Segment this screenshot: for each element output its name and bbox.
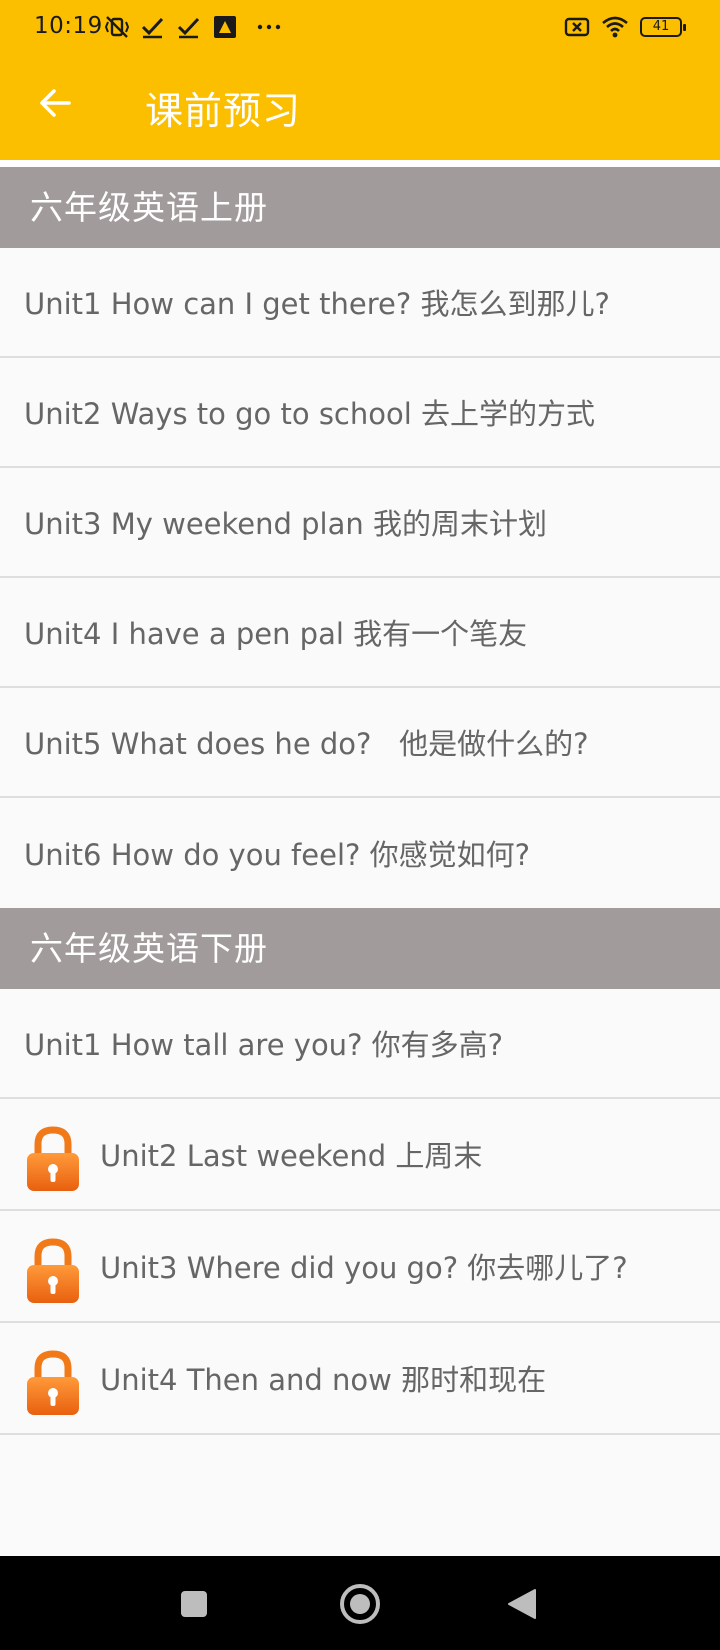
list-item-label: Unit6 How do you feel? 你感觉如何? <box>24 838 531 872</box>
back-button[interactable] <box>30 78 80 128</box>
sim-none-icon <box>564 17 590 37</box>
list-item-label: Unit1 How tall are you? 你有多高? <box>24 1028 504 1062</box>
status-system-icons: 41 <box>564 12 686 42</box>
list-item[interactable]: Unit1 How tall are you? 你有多高? <box>0 989 720 1099</box>
status-bar: 10:19 41 <box>0 0 720 54</box>
app-icon <box>214 16 236 38</box>
list-item[interactable]: Unit2 Ways to go to school 去上学的方式 <box>0 358 720 468</box>
list-item-label: Unit5 What does he do? 他是做什么的? <box>24 727 589 761</box>
list-item-label: Unit3 Where did you go? 你去哪儿了? <box>100 1251 628 1285</box>
section-header-upper-volume: 六年级英语上册 <box>0 167 720 248</box>
list-item-label: Unit1 How can I get there? 我怎么到那儿? <box>24 287 610 321</box>
app-bar: 10:19 41 课前预习 <box>0 0 720 160</box>
home-circle-icon <box>340 1584 380 1624</box>
list-item-label: Unit2 Last weekend 上周末 <box>100 1139 483 1173</box>
list-item-label: Unit4 Then and now 那时和现在 <box>100 1363 547 1397</box>
list-item[interactable]: Unit6 How do you feel? 你感觉如何? <box>0 798 720 908</box>
list-item[interactable]: Unit4 I have a pen pal 我有一个笔友 <box>0 578 720 688</box>
more-dots-icon <box>257 24 281 30</box>
check-icon <box>177 17 200 39</box>
back-triangle-icon <box>508 1589 536 1619</box>
list-item[interactable]: Unit5 What does he do? 他是做什么的? <box>0 688 720 798</box>
status-notification-icons <box>104 12 282 42</box>
list-item-label: Unit3 My weekend plan 我的周末计划 <box>24 507 547 541</box>
section-header-lower-volume: 六年级英语下册 <box>0 908 720 989</box>
lock-icon <box>27 1350 79 1415</box>
battery-indicator: 41 <box>640 17 686 37</box>
recents-button[interactable] <box>170 1580 218 1628</box>
list-item-locked[interactable]: Unit4 Then and now 那时和现在 <box>0 1323 720 1435</box>
list-item-locked[interactable]: Unit2 Last weekend 上周末 <box>0 1099 720 1211</box>
recents-square-icon <box>181 1591 207 1617</box>
page-title: 课前预习 <box>145 89 302 133</box>
mute-vibrate-icon <box>104 16 130 38</box>
system-nav-bar <box>0 1556 720 1650</box>
list-item[interactable]: Unit3 My weekend plan 我的周末计划 <box>0 468 720 578</box>
lock-icon <box>27 1238 79 1303</box>
status-time: 10:19 <box>34 13 103 39</box>
divider <box>0 160 720 167</box>
lock-icon <box>27 1126 79 1191</box>
list-item[interactable]: Unit1 How can I get there? 我怎么到那儿? <box>0 248 720 358</box>
list-item-label: Unit4 I have a pen pal 我有一个笔友 <box>24 617 528 651</box>
wifi-icon <box>602 16 628 38</box>
list-item-label: Unit2 Ways to go to school 去上学的方式 <box>24 397 596 431</box>
home-button[interactable] <box>336 1580 384 1628</box>
arrow-left-icon <box>40 89 71 117</box>
list-item-locked[interactable]: Unit3 Where did you go? 你去哪儿了? <box>0 1211 720 1323</box>
back-nav-button[interactable] <box>498 1580 546 1628</box>
check-icon <box>141 17 164 39</box>
unit-list: 六年级英语上册 Unit1 How can I get there? 我怎么到那… <box>0 167 720 1435</box>
